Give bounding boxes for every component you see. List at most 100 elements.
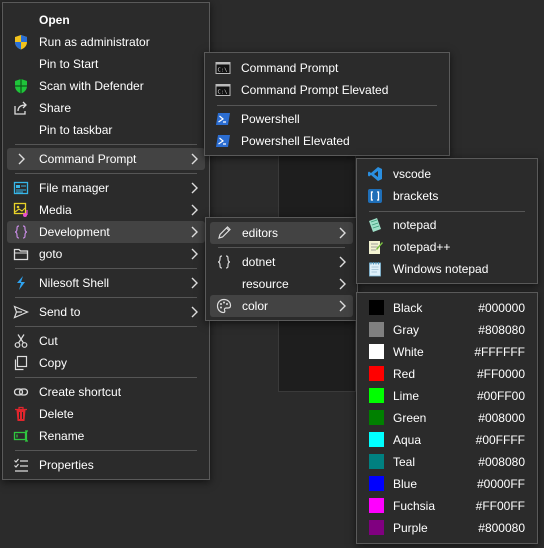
menu-item-cmd-elevated[interactable]: C:\ Command Prompt Elevated <box>209 79 445 101</box>
notepadpp-icon <box>367 239 383 255</box>
copy-label: Copy <box>39 356 68 370</box>
file-manager-label: File manager <box>39 181 110 195</box>
menu-item-properties[interactable]: Properties <box>7 454 205 476</box>
menu-item-pin-to-start[interactable]: Pin to Start <box>7 53 205 75</box>
menu-item-notepadpp[interactable]: notepad++ <box>361 236 533 258</box>
cut-label: Cut <box>39 334 58 348</box>
color-item[interactable]: Black #000000 <box>361 297 533 319</box>
menu-item-resource[interactable]: resource <box>210 273 353 295</box>
menu-item-command-prompt[interactable]: Command Prompt <box>7 148 205 170</box>
separator <box>15 144 197 145</box>
color-item[interactable]: Red #FF0000 <box>361 363 533 385</box>
menu-item-powershell-elevated[interactable]: Powershell Elevated <box>209 130 445 152</box>
menu-item-brackets[interactable]: brackets <box>361 185 533 207</box>
color-item[interactable]: Green #008000 <box>361 407 533 429</box>
run-as-admin-label: Run as administrator <box>39 35 150 49</box>
color-item[interactable]: Fuchsia #FF00FF <box>361 495 533 517</box>
color-item[interactable]: Lime #00FF00 <box>361 385 533 407</box>
menu-item-delete[interactable]: Delete <box>7 403 205 425</box>
separator <box>15 297 197 298</box>
color-hex: #008080 <box>478 455 525 469</box>
menu-item-cut[interactable]: Cut <box>7 330 205 352</box>
menu-item-send-to[interactable]: Send to <box>7 301 205 323</box>
menu-item-vscode[interactable]: vscode <box>361 163 533 185</box>
powershell-icon <box>215 111 231 127</box>
color-name: Green <box>393 411 427 425</box>
editors-submenu: vscode brackets notepad notepad++ Window… <box>356 158 538 284</box>
menu-item-powershell[interactable]: Powershell <box>209 108 445 130</box>
menu-item-cmd[interactable]: C:\ Command Prompt <box>209 57 445 79</box>
command-prompt-submenu: C:\ Command Prompt C:\ Command Prompt El… <box>204 52 450 156</box>
menu-item-open[interactable]: Open <box>7 9 205 31</box>
menu-item-windows-notepad[interactable]: Windows notepad <box>361 258 533 280</box>
windows-notepad-label: Windows notepad <box>393 262 489 276</box>
svg-text:C:\: C:\ <box>218 90 228 96</box>
separator <box>218 247 345 248</box>
menu-item-create-shortcut[interactable]: Create shortcut <box>7 381 205 403</box>
menu-item-file-manager[interactable]: File manager <box>7 177 205 199</box>
color-name: Gray <box>393 323 420 337</box>
menu-item-media[interactable]: Media <box>7 199 205 221</box>
share-icon <box>13 100 29 116</box>
link-icon <box>13 384 29 400</box>
braces-icon <box>216 254 232 270</box>
menu-item-color[interactable]: color <box>210 295 353 317</box>
color-hex: #000000 <box>478 301 525 315</box>
notepad-label: notepad <box>393 218 437 232</box>
color-hex: #FF0000 <box>476 367 525 381</box>
color-item[interactable]: Teal #008080 <box>361 451 533 473</box>
menu-item-run-as-admin[interactable]: Run as administrator <box>7 31 205 53</box>
color-item[interactable]: Blue #0000FF <box>361 473 533 495</box>
submenu-arrow-icon <box>189 305 199 319</box>
color-swatch <box>369 520 384 535</box>
menu-item-dotnet[interactable]: dotnet <box>210 251 353 273</box>
color-item[interactable]: Purple #800080 <box>361 517 533 539</box>
menu-item-notepad[interactable]: notepad <box>361 214 533 236</box>
folder-icon <box>13 246 29 262</box>
submenu-arrow-icon <box>189 203 199 217</box>
color-swatch <box>369 388 384 403</box>
menu-item-goto[interactable]: goto <box>7 243 205 265</box>
shield-uac-icon <box>13 34 29 50</box>
resource-label: resource <box>242 277 289 291</box>
cmd-label: Command Prompt <box>241 61 339 75</box>
notepadpp-label: notepad++ <box>393 240 451 254</box>
delete-label: Delete <box>39 407 74 421</box>
submenu-arrow-icon <box>189 247 199 261</box>
development-label: Development <box>39 225 110 239</box>
menu-item-rename[interactable]: Rename <box>7 425 205 447</box>
color-swatch <box>369 322 384 337</box>
color-swatch <box>369 366 384 381</box>
menu-item-development[interactable]: Development <box>7 221 205 243</box>
submenu-arrow-icon <box>189 152 199 166</box>
submenu-arrow-icon <box>189 225 199 239</box>
submenu-arrow-icon <box>189 276 199 290</box>
color-swatch <box>369 476 384 491</box>
menu-item-scan-defender[interactable]: Scan with Defender <box>7 75 205 97</box>
menu-item-pin-to-taskbar[interactable]: Pin to taskbar <box>7 119 205 141</box>
powershell-elevated-label: Powershell Elevated <box>241 134 350 148</box>
color-name: Fuchsia <box>393 499 436 513</box>
menu-item-editors[interactable]: editors <box>210 222 353 244</box>
chevron-right-icon <box>13 151 29 167</box>
color-hex: #00FFFF <box>475 433 525 447</box>
color-submenu: Black #000000 Gray #808080 White #FFFFFF… <box>356 292 538 544</box>
editors-label: editors <box>242 226 279 240</box>
rename-icon <box>13 428 29 444</box>
share-label: Share <box>39 101 72 115</box>
menu-item-share[interactable]: Share <box>7 97 205 119</box>
palette-icon <box>216 298 232 314</box>
separator <box>15 450 197 451</box>
color-item[interactable]: Aqua #00FFFF <box>361 429 533 451</box>
menu-item-nilesoft-shell[interactable]: Nilesoft Shell <box>7 272 205 294</box>
dotnet-label: dotnet <box>242 255 276 269</box>
copy-icon <box>13 355 29 371</box>
rename-label: Rename <box>39 429 85 443</box>
color-item[interactable]: Gray #808080 <box>361 319 533 341</box>
menu-item-copy[interactable]: Copy <box>7 352 205 374</box>
color-item[interactable]: White #FFFFFF <box>361 341 533 363</box>
media-icon <box>13 202 29 218</box>
separator <box>15 268 197 269</box>
scissors-icon <box>13 333 29 349</box>
main-context-menu: Open Run as administrator Pin to Start S… <box>2 2 210 480</box>
